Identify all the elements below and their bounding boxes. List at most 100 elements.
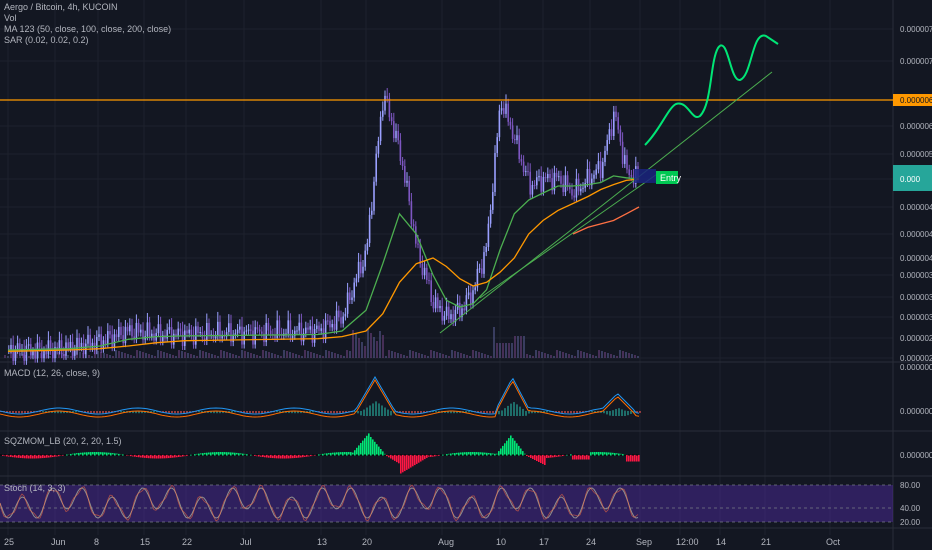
volume-bar	[67, 355, 69, 358]
price-tick-label: 0.00000290	[900, 334, 932, 343]
candle-body	[617, 117, 619, 130]
candle-body	[529, 171, 531, 195]
sqzmom-bar	[158, 455, 160, 459]
candle-body	[329, 320, 331, 328]
candle-body	[338, 310, 340, 318]
sqzmom-bar	[134, 455, 136, 457]
candle-body	[615, 111, 617, 118]
volume-bar	[478, 352, 480, 358]
candle-body	[190, 329, 193, 336]
candle-body	[386, 95, 388, 99]
candle-body	[397, 130, 399, 141]
volume-bar	[181, 351, 183, 358]
volume-bar	[121, 352, 123, 358]
sqzmom-bar	[500, 448, 502, 456]
candle-body	[525, 171, 527, 173]
volume-bar	[589, 354, 591, 358]
panel-tick-label: 0.00000050	[900, 363, 932, 372]
sqzmom-bar	[474, 452, 476, 456]
sqzmom-bar	[146, 455, 148, 459]
volume-bar	[247, 352, 249, 358]
volume-bar	[511, 343, 513, 358]
vol-legend: Vol	[4, 13, 17, 23]
macd-histogram-bar	[615, 409, 617, 416]
macd-histogram-bar	[390, 411, 392, 416]
volume-bar	[310, 352, 312, 358]
candle-body	[208, 323, 210, 335]
candle-body	[542, 176, 545, 192]
candle-body	[261, 331, 263, 334]
volume-bar	[220, 350, 222, 358]
price-tick-label: 0.00000560	[900, 150, 932, 159]
price-tick-label: 0.00000750	[900, 25, 932, 34]
volume-bar	[457, 352, 459, 358]
candle-body	[186, 330, 188, 334]
candle-body	[179, 328, 182, 332]
sqzmom-bar	[110, 452, 112, 456]
price-chart[interactable]: Entry 0.00000750 0.00000700 0.00000600 0.00…	[0, 0, 932, 550]
sqzmom-bar	[66, 454, 68, 456]
candle-body	[120, 326, 122, 336]
time-tick-label: 21	[761, 537, 771, 547]
candle-body	[610, 129, 613, 136]
macd-histogram-bar	[375, 401, 377, 416]
sqzmom-bar	[602, 452, 604, 456]
macd-histogram-bar	[612, 410, 614, 416]
candle-body	[533, 185, 536, 187]
candle-body	[76, 337, 78, 351]
macd-histogram-bar	[42, 411, 44, 413]
volume-bar	[118, 351, 120, 358]
candle-body	[137, 322, 140, 333]
sqzmom-bar	[450, 453, 452, 456]
volume-bar	[532, 356, 534, 358]
candle-body	[47, 340, 50, 355]
volume-bar	[148, 354, 150, 358]
volume-bar	[127, 354, 129, 358]
candle-body	[355, 278, 358, 283]
sqzmom-bar	[154, 455, 156, 459]
candle-body	[582, 187, 584, 189]
sqzmom-bar	[6, 455, 8, 457]
candle-body	[197, 326, 199, 333]
sqzmom-bar	[198, 453, 200, 456]
candle-body	[364, 250, 366, 267]
candle-body	[483, 252, 485, 274]
sqzmom-bar	[190, 454, 192, 456]
candle-body	[599, 161, 602, 178]
sqzmom-bar	[214, 452, 216, 456]
sqzmom-bar	[186, 455, 188, 456]
sqzmom-bar	[516, 443, 518, 456]
sqzmom-bar	[372, 439, 374, 456]
candle-body	[148, 322, 151, 337]
sqzmom-bar	[498, 451, 500, 456]
macd-histogram-bar	[327, 411, 329, 414]
candle-body	[256, 327, 259, 330]
macd-histogram-bar	[105, 411, 107, 414]
candle-body	[404, 166, 406, 183]
macd-histogram-bar	[12, 411, 14, 413]
sqzmom-bar	[486, 452, 488, 456]
macd-histogram-bar	[417, 411, 419, 414]
volume-bar	[124, 353, 126, 358]
candle-body	[267, 322, 270, 331]
sqzmom-bar	[356, 447, 358, 456]
macd-legend: MACD (12, 26, close, 9)	[4, 368, 101, 378]
candle-body	[511, 125, 514, 140]
candle-body	[258, 329, 261, 332]
candle-body	[69, 341, 72, 349]
sqzmom-bar	[366, 435, 368, 456]
candle-body	[421, 263, 424, 276]
sqzmom-bar	[574, 455, 576, 460]
macd-histogram-bar	[168, 411, 170, 413]
macd-histogram-bar	[120, 411, 122, 413]
candle-body	[188, 329, 190, 334]
volume-bar	[217, 356, 219, 358]
volume-bar	[592, 355, 594, 358]
volume-bar	[337, 354, 339, 358]
price-tick-label: 0.00000320	[900, 313, 932, 322]
candle-body	[382, 110, 384, 117]
candle-body	[507, 103, 509, 122]
macd-histogram-bar	[606, 411, 608, 415]
panel-tick-label: 0.00000000	[900, 407, 932, 416]
macd-histogram-bar	[528, 411, 530, 414]
